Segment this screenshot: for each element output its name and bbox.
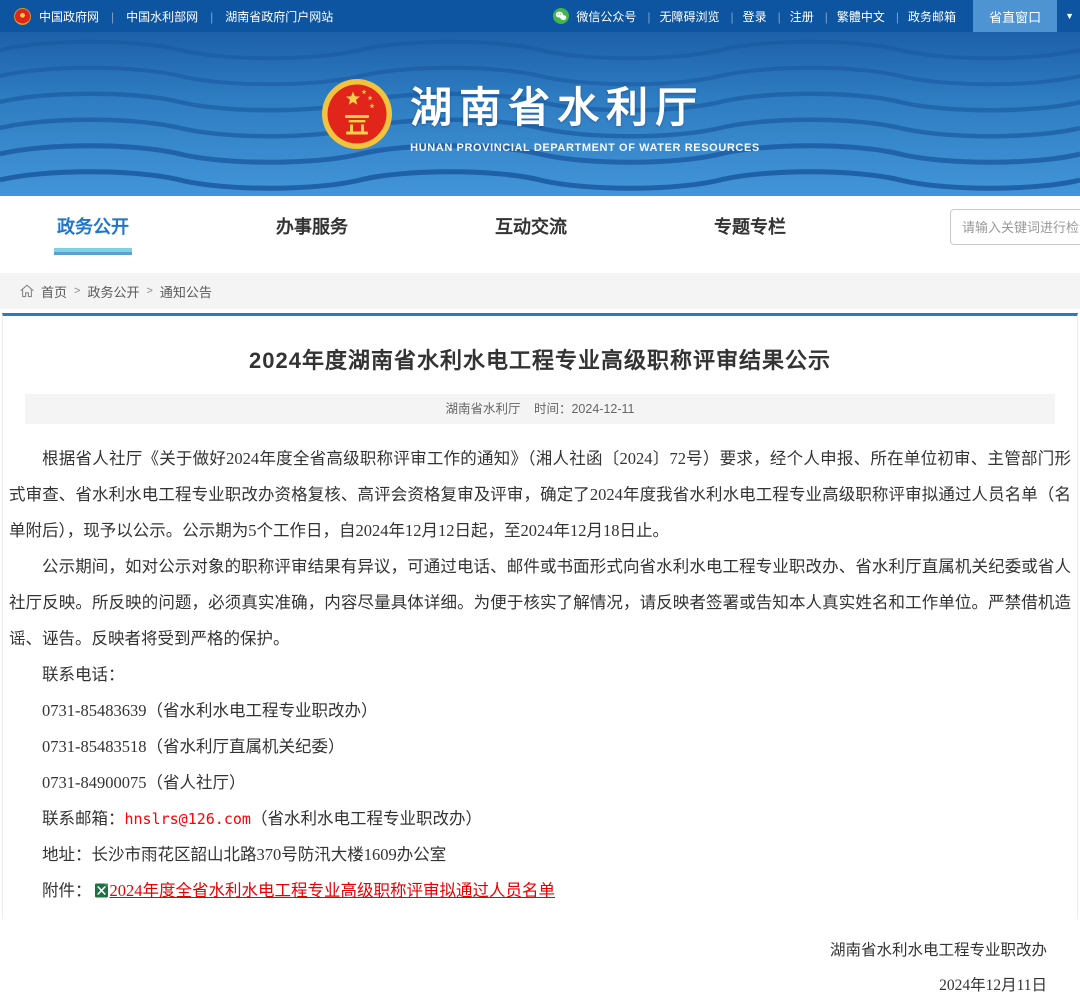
link-register[interactable]: 注册 <box>769 8 814 25</box>
phone-line: 0731-84900075（省人社厅） <box>9 765 1071 801</box>
article-body: 根据省人社厅《关于做好2024年度全省高级职称评审工作的通知》（湘人社函〔202… <box>3 424 1077 1003</box>
topbar-left-links: 中国政府网 中国水利部网 湖南省政府门户网站 <box>14 0 343 32</box>
link-gov-mail[interactable]: 政务邮箱 <box>887 8 956 25</box>
email-label: 联系邮箱： <box>42 809 125 828</box>
attachment-link[interactable]: 2024年度全省水利水电工程专业高级职称评审拟通过人员名单 <box>110 881 556 900</box>
link-traditional-chinese[interactable]: 繁體中文 <box>816 8 885 25</box>
breadcrumb-government-affairs[interactable]: 政务公开 <box>87 282 139 301</box>
paragraph: 根据省人社厅《关于做好2024年度全省高级职称评审工作的通知》（湘人社函〔202… <box>9 441 1071 549</box>
paragraph: 公示期间，如对公示对象的职称评审结果有异议，可通过电话、邮件或书面形式向省水利水… <box>9 549 1071 657</box>
national-emblem-mini-icon <box>14 8 31 25</box>
article-meta-bar: 湖南省水利厅 时间：2024-12-11 <box>25 394 1055 424</box>
link-china-gov[interactable]: 中国政府网 <box>39 8 99 25</box>
nav-tab-services[interactable]: 办事服务 <box>276 213 348 239</box>
link-wechat-official[interactable]: 微信公众号 <box>576 8 636 25</box>
excel-file-icon <box>94 883 109 898</box>
breadcrumb-notices: 通知公告 <box>160 282 212 301</box>
nav-tab-special-columns[interactable]: 专题专栏 <box>714 213 786 239</box>
attachment-line: 附件： 2024年度全省水利水电工程专业高级职称评审拟通过人员名单 <box>9 873 1071 909</box>
link-hunan-gov-portal[interactable]: 湖南省政府门户网站 <box>208 8 333 25</box>
main-navigation: 政务公开 办事服务 互动交流 专题专栏 <box>0 196 1080 270</box>
topbar-right-links: 微信公众号 无障碍浏览 登录 注册 繁體中文 政务邮箱 省直窗口 ▼ <box>553 0 1080 32</box>
nav-tab-interaction[interactable]: 互动交流 <box>495 213 567 239</box>
home-icon <box>20 284 34 298</box>
signature-block: 湖南省水利水电工程专业职改办 2024年12月11日 <box>9 933 1071 1003</box>
search-input[interactable] <box>950 209 1080 245</box>
breadcrumb: 首页 > 政务公开 > 通知公告 <box>0 273 1080 309</box>
national-emblem-icon <box>320 77 394 151</box>
attachment-label: 附件： <box>42 881 92 900</box>
article-card: 2024年度湖南省水利水电工程专业高级职称评审结果公示 湖南省水利厅 时间：20… <box>2 313 1078 919</box>
breadcrumb-separator: > <box>146 285 152 297</box>
province-window-selector[interactable]: 省直窗口 <box>973 0 1057 32</box>
address-line: 地址：长沙市雨花区韶山北路370号防汛大楼1609办公室 <box>9 837 1071 873</box>
article-source: 湖南省水利厅 <box>445 402 520 416</box>
site-name-english: HUNAN PROVINCIAL DEPARTMENT OF WATER RES… <box>410 142 760 154</box>
site-banner: 湖南省水利厅 HUNAN PROVINCIAL DEPARTMENT OF WA… <box>0 32 1080 196</box>
breadcrumb-separator: > <box>74 285 80 297</box>
site-name: 湖南省水利厅 <box>410 74 760 135</box>
email-link[interactable]: hnslrs@126.com <box>125 810 251 828</box>
signature-date: 2024年12月11日 <box>9 968 1047 1003</box>
breadcrumb-home[interactable]: 首页 <box>41 282 67 301</box>
link-accessibility[interactable]: 无障碍浏览 <box>638 8 719 25</box>
phone-line: 0731-85483518（省水利厅直属机关纪委） <box>9 729 1071 765</box>
article-title: 2024年度湖南省水利水电工程专业高级职称评审结果公示 <box>3 316 1077 394</box>
top-utility-bar: 中国政府网 中国水利部网 湖南省政府门户网站 微信公众号 无障碍浏览 登录 注册… <box>0 0 1080 32</box>
link-login[interactable]: 登录 <box>722 8 767 25</box>
email-suffix: （省水利水电工程专业职改办） <box>251 809 482 828</box>
contact-heading: 联系电话： <box>9 657 1071 693</box>
chevron-down-icon[interactable]: ▼ <box>1057 11 1080 21</box>
phone-line: 0731-85483639（省水利水电工程专业职改办） <box>9 693 1071 729</box>
site-logo-group[interactable]: 湖南省水利厅 HUNAN PROVINCIAL DEPARTMENT OF WA… <box>0 32 1080 196</box>
wechat-icon <box>553 8 569 24</box>
email-line: 联系邮箱：hnslrs@126.com（省水利水电工程专业职改办） <box>9 801 1071 837</box>
nav-tab-government-affairs[interactable]: 政务公开 <box>57 213 129 239</box>
link-mwr-china[interactable]: 中国水利部网 <box>109 8 198 25</box>
signature-office: 湖南省水利水电工程专业职改办 <box>9 933 1047 968</box>
article-date: 时间：2024-12-11 <box>534 402 635 416</box>
site-title-block: 湖南省水利厅 HUNAN PROVINCIAL DEPARTMENT OF WA… <box>410 74 760 154</box>
